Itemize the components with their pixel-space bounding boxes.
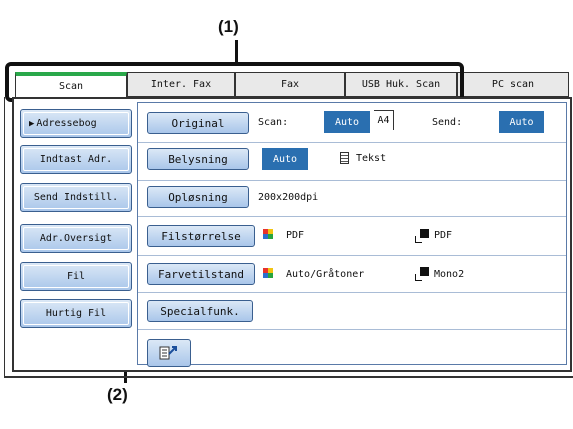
row-divider [138, 292, 566, 293]
sidebar-item-adressebog[interactable]: ▶ Adressebog [20, 109, 132, 138]
special-modes-button[interactable]: Specialfunk. [147, 300, 253, 322]
row-divider [138, 255, 566, 256]
belysning-mode: Tekst [356, 153, 387, 164]
color-file-format: PDF [286, 230, 305, 241]
sidebar-item-label: Send Indstill. [33, 192, 119, 203]
sidebar-item-label: Adr.Oversigt [39, 233, 113, 244]
send-value-badge: Auto [499, 111, 544, 133]
row-divider [138, 329, 566, 330]
farvetilstand-button[interactable]: Farvetilstand [147, 263, 255, 285]
mono-file-format: PDF [434, 230, 453, 241]
row-divider [138, 142, 566, 143]
sidebar-item-label: Adressebog [36, 118, 97, 129]
belysning-value-badge: Auto [262, 148, 308, 170]
sidebar-item-adr-oversigt[interactable]: Adr.Oversigt [20, 224, 132, 253]
sidebar-item-hurtig-fil[interactable]: Hurtig Fil [20, 299, 132, 328]
filstorrelse-button[interactable]: Filstørrelse [147, 225, 255, 247]
tab-fax[interactable]: Fax [235, 72, 345, 97]
panel-outer-bottom [4, 376, 573, 378]
send-settings-shortcut-button[interactable] [147, 339, 191, 367]
belysning-button[interactable]: Belysning [147, 148, 249, 170]
sidebar-item-label: Hurtig Fil [45, 308, 107, 319]
sidebar-item-label: Indtast Adr. [39, 154, 113, 165]
document-send-icon [159, 346, 177, 360]
sidebar-item-label: Fil [66, 271, 86, 282]
callout-2-label: (2) [107, 385, 128, 404]
callout-1-label: (1) [218, 17, 239, 36]
paper-size-icon: A4 [374, 110, 394, 130]
tab-usb-scan[interactable]: USB Huk. Scan [345, 72, 457, 97]
tab-inter-fax[interactable]: Inter. Fax [127, 72, 235, 97]
play-arrow-icon: ▶ [29, 118, 35, 129]
tab-pc-scan[interactable]: PC scan [457, 72, 569, 97]
resolution-value: 200x200dpi [258, 192, 319, 203]
send-label: Send: [432, 117, 463, 128]
sidebar-item-indtast-adr[interactable]: Indtast Adr. [20, 145, 132, 174]
scan-value-badge: Auto [324, 111, 370, 133]
original-button[interactable]: Original [147, 112, 249, 134]
scan-label: Scan: [258, 117, 289, 128]
panel-outer-edge [4, 97, 5, 376]
mono-mode-value: Mono2 [434, 269, 465, 280]
sidebar-item-send-indstill[interactable]: Send Indstill. [20, 183, 132, 212]
text-document-icon [340, 152, 349, 164]
color-mode-value: Auto/Gråtoner [286, 269, 365, 280]
row-divider [138, 216, 566, 217]
row-divider [138, 180, 566, 181]
sidebar-item-fil[interactable]: Fil [20, 262, 132, 291]
tab-scan[interactable]: Scan [15, 72, 127, 97]
callout-1-pointer [235, 40, 238, 64]
oplosning-button[interactable]: Opløsning [147, 186, 249, 208]
